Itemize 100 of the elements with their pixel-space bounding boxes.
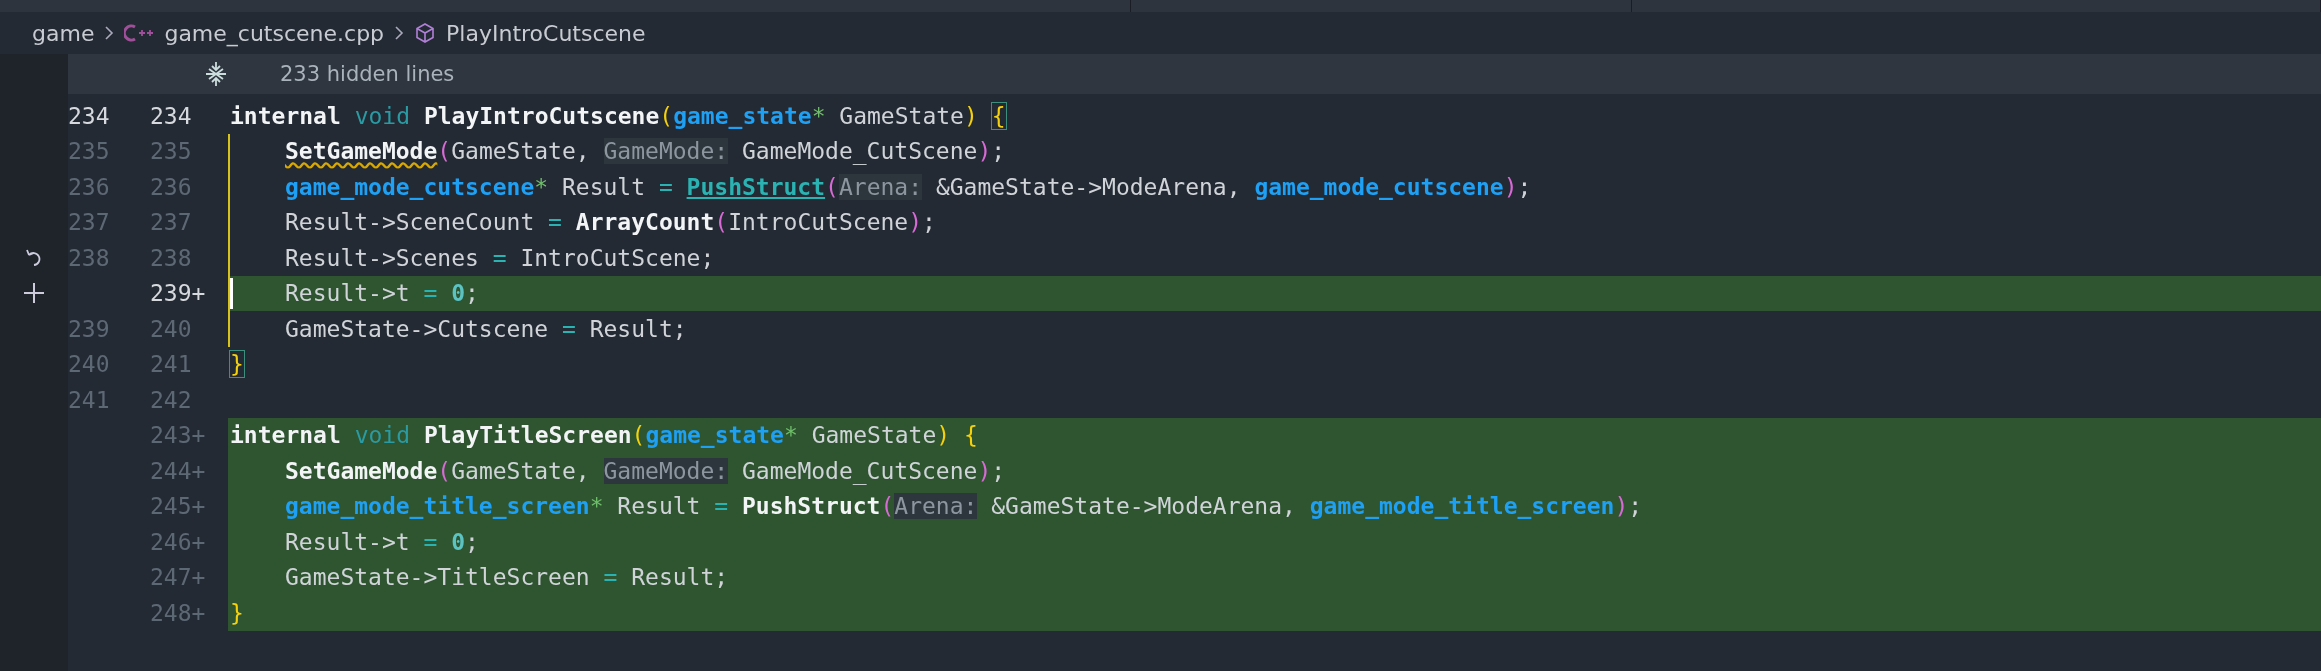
operator: = (492, 244, 507, 271)
chevron-icon (104, 25, 115, 41)
text-cursor (230, 277, 233, 309)
breadcrumb-item[interactable]: game (32, 20, 95, 46)
code-text: Result->t (285, 280, 411, 307)
type-keyword: void (354, 422, 411, 449)
line-number: 243+ (150, 422, 206, 449)
paren: ) (963, 102, 979, 129)
function-name: PlayTitleScreen (423, 422, 632, 449)
add-icon[interactable] (22, 281, 46, 306)
code-text: &GameState->ModeArena, (990, 493, 1297, 520)
paren: { (964, 422, 978, 449)
line-number: 241 (150, 351, 192, 378)
line-number: 247+ (150, 564, 206, 591)
code-text: GameState, (451, 457, 591, 484)
line-number: 246+ (150, 528, 206, 555)
cube-icon (414, 22, 437, 44)
line-number: 248+ (150, 599, 206, 626)
paren: ) (977, 138, 992, 165)
line-number: 239 (68, 315, 110, 342)
code-text: ; (465, 280, 479, 307)
code-text: ; (465, 528, 479, 555)
operator: = (714, 493, 730, 520)
code-text: Result; (588, 315, 687, 342)
type-name: game_state (645, 422, 784, 449)
number-literal: 0 (451, 528, 466, 555)
operator: = (548, 209, 563, 236)
code-text: Result; (630, 564, 729, 591)
code-text: GameState, (451, 138, 591, 165)
number-literal: 0 (451, 280, 466, 307)
paren: ( (659, 102, 674, 129)
type-name: game_state (673, 102, 812, 129)
chevron-icon (394, 25, 405, 41)
type-name: game_mode_cutscene (285, 173, 535, 200)
operator: = (658, 173, 674, 200)
line-number: 240 (150, 315, 192, 342)
paren: ( (631, 422, 646, 449)
line-number: 237 (150, 209, 192, 236)
code-text: GameMode_CutScene (741, 138, 978, 165)
line-number: 234 (150, 102, 192, 129)
operator: = (423, 280, 439, 307)
code-text: GameMode_CutScene (741, 457, 978, 484)
cpp-file-icon (124, 24, 155, 42)
code-text: Result->SceneCount (285, 209, 536, 236)
pointer-operator: * (534, 173, 549, 200)
paren: ( (714, 209, 729, 236)
paren: ) (908, 209, 923, 236)
code-text: ; (922, 209, 936, 236)
line-number: 245+ (150, 493, 206, 520)
function-name: SetGameMode (285, 457, 438, 484)
function-name: PlayIntroCutscene (423, 102, 660, 129)
inlay-hint: Arena: (838, 173, 923, 200)
code-text: GameState (838, 102, 964, 129)
operator: = (423, 528, 439, 555)
function-name: ArrayCount (575, 209, 715, 236)
paren: } (230, 599, 244, 626)
paren: ( (437, 138, 452, 165)
line-number: 240 (68, 351, 110, 378)
keyword: internal (230, 102, 342, 129)
inlay-hint: GameMode: (603, 457, 729, 484)
paren: ( (880, 493, 895, 520)
line-number: 238 (68, 244, 110, 271)
line-number: 242 (150, 386, 192, 413)
unfold-icon[interactable] (204, 61, 228, 87)
line-number: 235 (150, 138, 192, 165)
hidden-lines-label[interactable]: 233 hidden lines (280, 62, 455, 86)
code-text: IntroCutScene; (519, 244, 715, 271)
code-text: GameState (810, 422, 937, 449)
line-number: 237 (68, 209, 110, 236)
code-text: GameState->TitleScreen (285, 564, 591, 591)
code-text: ; (991, 457, 1006, 484)
breadcrumb-item[interactable]: PlayIntroCutscene (446, 20, 646, 46)
code-text: &GameState->ModeArena, (934, 173, 1242, 200)
operator: = (603, 564, 618, 591)
pointer-operator: * (589, 493, 604, 520)
inlay-hint: Arena: (894, 493, 978, 520)
code-text: GameState->Cutscene (285, 315, 550, 342)
pointer-operator: * (811, 102, 826, 129)
paren: ) (1503, 173, 1518, 200)
code-text: IntroCutScene (728, 209, 909, 236)
inlay-hint: GameMode: (603, 138, 729, 165)
matched-brace: { (991, 102, 1006, 129)
line-number: 238 (150, 244, 192, 271)
type-name: game_mode_cutscene (1254, 173, 1504, 200)
type-name: game_mode_title_screen (285, 493, 590, 520)
operator: = (561, 315, 576, 342)
keyword: internal (230, 422, 342, 449)
breadcrumb-item[interactable]: game_cutscene.cpp (164, 20, 385, 46)
paren: ) (977, 457, 992, 484)
code-text: Result (560, 173, 647, 200)
function-name: PushStruct (742, 493, 881, 520)
code-text: ; (1628, 493, 1643, 520)
line-number: 244+ (150, 457, 206, 484)
line-number: 239+ (150, 280, 206, 307)
line-number: 234 (68, 102, 110, 129)
paren: ( (825, 173, 839, 200)
code-text: Result->Scenes (285, 244, 480, 271)
code-text: ; (991, 138, 1006, 165)
line-number: 236 (150, 173, 192, 200)
pointer-operator: * (783, 422, 798, 449)
